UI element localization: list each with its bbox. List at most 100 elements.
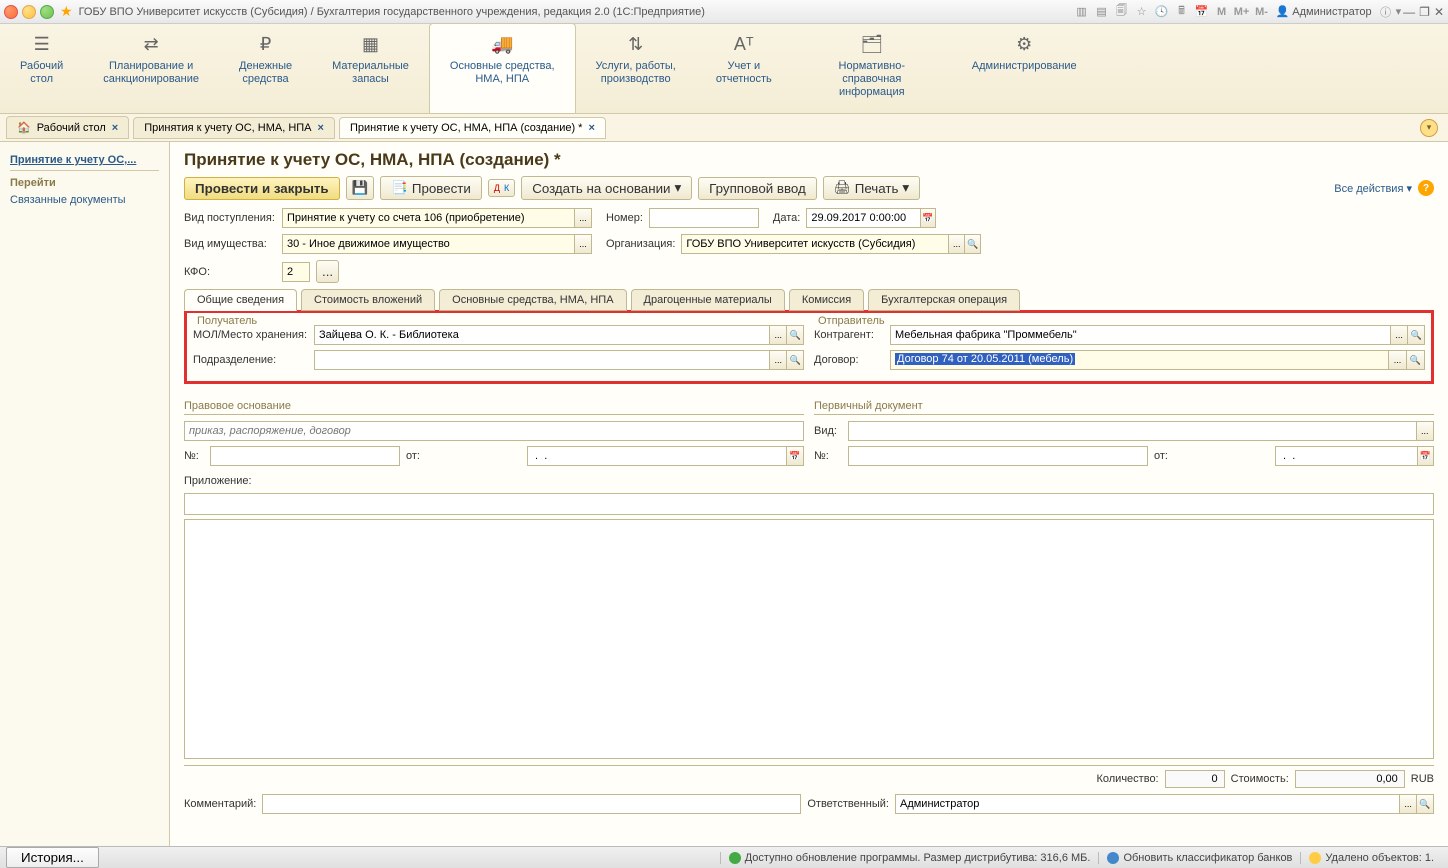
maximize-window-icon[interactable]	[40, 5, 54, 19]
status-classifier[interactable]: Обновить классификатор банков	[1098, 852, 1300, 864]
calendar-icon[interactable]: 📅	[1194, 4, 1210, 20]
attachment-label: Приложение:	[184, 475, 252, 487]
ribbon-accounting[interactable]: АᵀУчет и отчетность	[696, 24, 792, 113]
nav-title[interactable]: Принятие к учету ОС,...	[10, 150, 159, 171]
history-button[interactable]: История...	[6, 847, 99, 868]
tab-general[interactable]: Общие сведения	[184, 289, 297, 311]
responsible-input[interactable]: ...	[895, 794, 1434, 814]
property-type-input[interactable]: ...	[282, 234, 592, 254]
select-button[interactable]: ...	[948, 235, 964, 253]
minimize-button[interactable]: —	[1403, 5, 1415, 19]
post-button[interactable]: 📑Провести	[380, 176, 482, 200]
save-button[interactable]: 💾	[346, 176, 375, 200]
print-button[interactable]: 🖨Печать ▾	[823, 176, 920, 200]
dept-input[interactable]: ...	[314, 350, 804, 370]
restore-button[interactable]: ❐	[1419, 5, 1430, 19]
search-button[interactable]	[964, 235, 980, 253]
currency-label: RUB	[1411, 773, 1434, 785]
close-tab-icon[interactable]: ×	[588, 122, 594, 134]
search-button[interactable]	[786, 351, 803, 369]
number-input[interactable]	[649, 208, 759, 228]
calendar-button[interactable]	[920, 209, 936, 227]
primary-num-input[interactable]	[848, 446, 1148, 466]
tab-list[interactable]: Принятия к учету ОС, НМА, НПА ×	[133, 117, 335, 139]
memory-m-button[interactable]: M	[1214, 4, 1230, 20]
ribbon-admin[interactable]: ⚙Администрирование	[952, 24, 1097, 113]
calculator-icon[interactable]: 🖩	[1174, 4, 1190, 20]
primary-type-input[interactable]: ...	[848, 421, 1434, 441]
select-button[interactable]: ...	[769, 326, 786, 344]
tab-operation[interactable]: Бухгалтерская операция	[868, 289, 1020, 311]
tool-icon-3[interactable]: 🗐	[1114, 4, 1130, 20]
tab-cost[interactable]: Стоимость вложений	[301, 289, 435, 311]
select-button[interactable]: ...	[1390, 326, 1407, 344]
post-and-close-button[interactable]: Провести и закрыть	[184, 177, 340, 200]
ribbon-desktop[interactable]: ☰Рабочий стол	[0, 24, 83, 113]
select-button[interactable]: ...	[769, 351, 786, 369]
select-button[interactable]: ...	[574, 235, 591, 253]
ribbon-inventory[interactable]: ▦Материальные запасы	[312, 24, 429, 113]
tab-commission[interactable]: Комиссия	[789, 289, 864, 311]
memory-mplus-button[interactable]: M+	[1234, 4, 1250, 20]
contract-input[interactable]: Договор 74 от 20.05.2011 (мебель)...	[890, 350, 1425, 370]
receipt-type-input[interactable]: ...	[282, 208, 592, 228]
home-icon: 🏠	[17, 121, 31, 134]
history-icon[interactable]: 🕓	[1154, 4, 1170, 20]
ribbon-planning[interactable]: ⇄Планирование и санкционирование	[83, 24, 219, 113]
tool-icon-1[interactable]: ▥	[1074, 4, 1090, 20]
nav-link-related[interactable]: Связанные документы	[10, 191, 159, 209]
close-tab-icon[interactable]: ×	[112, 122, 118, 134]
ribbon-services[interactable]: ⇅Услуги, работы, производство	[576, 24, 696, 113]
ribbon-cash[interactable]: ₽Денежные средства	[219, 24, 312, 113]
status-deleted[interactable]: Удалено объектов: 1.	[1300, 852, 1442, 864]
mol-input[interactable]: ...	[314, 325, 804, 345]
counterparty-input[interactable]: ...	[890, 325, 1425, 345]
calendar-button[interactable]	[786, 447, 803, 465]
search-button[interactable]	[1406, 351, 1424, 369]
close-button[interactable]: ✕	[1434, 5, 1444, 19]
select-button[interactable]: ...	[1388, 351, 1406, 369]
star-icon[interactable]: ☆	[1134, 4, 1150, 20]
kfo-select-button[interactable]: ...	[316, 260, 339, 283]
legal-date-input[interactable]	[527, 446, 804, 466]
search-button[interactable]	[786, 326, 803, 344]
create-based-button[interactable]: Создать на основании ▾	[521, 176, 692, 200]
legal-doc-input[interactable]	[184, 421, 804, 441]
ribbon-reference[interactable]: 🗂Нормативно-справочная информация	[792, 24, 952, 113]
tab-document[interactable]: Принятие к учету ОС, НМА, НПА (создание)…	[339, 117, 606, 139]
close-tab-icon[interactable]: ×	[318, 122, 324, 134]
search-button[interactable]	[1407, 326, 1424, 344]
help-icon[interactable]: ?	[1418, 180, 1434, 196]
ribbon-fixed-assets[interactable]: 🚚Основные средства, НМА, НПА	[429, 23, 576, 113]
close-window-icon[interactable]	[4, 5, 18, 19]
current-user[interactable]: 👤 Администратор	[1276, 5, 1372, 18]
info-icon[interactable]: ⓘ	[1378, 4, 1394, 20]
calendar-button[interactable]	[1417, 447, 1433, 465]
status-update[interactable]: Доступно обновление программы. Размер ди…	[720, 852, 1099, 864]
memory-mminus-button[interactable]: M-	[1254, 4, 1270, 20]
minimize-window-icon[interactable]	[22, 5, 36, 19]
attachment-input[interactable]	[184, 493, 1434, 515]
legal-num-input[interactable]	[210, 446, 400, 466]
select-button[interactable]: ...	[1399, 795, 1416, 813]
select-button[interactable]: ...	[1416, 422, 1433, 440]
tab-precious[interactable]: Драгоценные материалы	[631, 289, 785, 311]
date-input[interactable]	[806, 208, 936, 228]
tab-assets[interactable]: Основные средства, НМА, НПА	[439, 289, 626, 311]
search-button[interactable]	[1416, 795, 1433, 813]
org-input[interactable]: ...	[681, 234, 981, 254]
tab-desktop[interactable]: 🏠 Рабочий стол ×	[6, 116, 129, 139]
dropdown-icon[interactable]: ▾	[1396, 5, 1402, 18]
all-actions-link[interactable]: Все действия ▾	[1334, 182, 1412, 195]
group-input-button[interactable]: Групповой ввод	[698, 177, 817, 200]
kfo-input[interactable]	[282, 262, 310, 282]
printer-icon: 🖨	[834, 180, 851, 196]
tool-icon-2[interactable]: ▤	[1094, 4, 1110, 20]
select-button[interactable]: ...	[574, 209, 591, 227]
favorite-icon[interactable]: ★	[60, 3, 73, 20]
receipt-type-label: Вид поступления:	[184, 212, 276, 224]
tabs-dropdown-icon[interactable]: ▾	[1420, 119, 1438, 137]
primary-date-input[interactable]	[1275, 446, 1434, 466]
comment-input[interactable]	[262, 794, 801, 814]
dt-kt-button[interactable]: ДК	[488, 179, 515, 197]
